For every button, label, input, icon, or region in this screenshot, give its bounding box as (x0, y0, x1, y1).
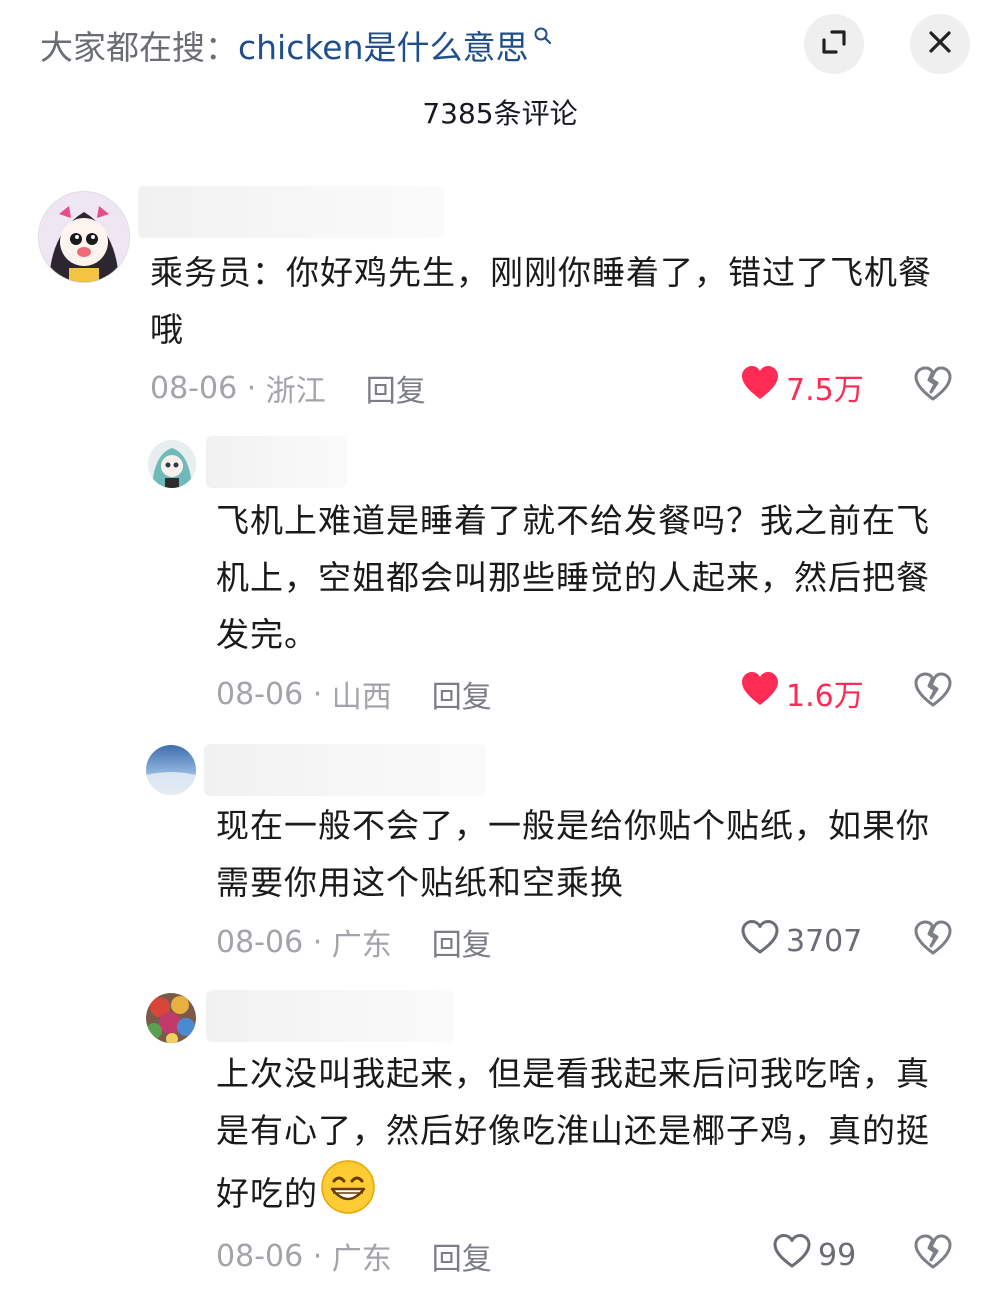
comment-meta: 08-06 · 广东 回复 (216, 920, 492, 964)
meta-separator: · (237, 370, 266, 406)
reply-button[interactable]: 回复 (432, 672, 492, 716)
broken-heart-icon (914, 1234, 952, 1274)
avatar[interactable] (146, 993, 196, 1043)
username-blurred[interactable] (138, 186, 444, 238)
reply-button[interactable]: 回复 (366, 366, 426, 410)
reply-button[interactable]: 回复 (432, 920, 492, 964)
dislike-button[interactable] (914, 1234, 952, 1274)
broken-heart-icon (914, 366, 952, 406)
comment-location: 广东 (331, 1242, 392, 1277)
comment-text: 乘务员：你好鸡先生，刚刚你睡着了，错过了飞机餐哦 (150, 253, 932, 349)
comment-meta: 08-06 · 山西 回复 (216, 672, 492, 716)
comment-date: 08-06 (216, 676, 304, 712)
heart-icon (740, 364, 786, 410)
meta-separator: · (303, 924, 332, 960)
comment-count: 7385条评论 (422, 97, 578, 130)
like-button[interactable]: 7.5万 (740, 364, 864, 410)
dislike-button[interactable] (914, 366, 952, 406)
top-bar: 大家都在搜： chicken是什么意思 7385条评论 (0, 0, 1000, 130)
comment-meta: 08-06 · 广东 回复 (216, 1234, 492, 1278)
like-button[interactable]: 99 (772, 1232, 856, 1278)
username-blurred[interactable] (206, 990, 454, 1042)
avatar[interactable] (38, 191, 130, 283)
meta-separator: · (303, 676, 332, 712)
username-blurred[interactable] (206, 436, 347, 488)
broken-heart-icon (914, 920, 952, 960)
close-icon (926, 28, 954, 60)
like-count: 7.5万 (786, 373, 864, 408)
comment-location: 浙江 (265, 374, 326, 409)
search-suggestion[interactable]: 大家都在搜： chicken是什么意思 (40, 20, 553, 70)
dislike-button[interactable] (914, 920, 952, 960)
avatar[interactable] (146, 745, 196, 795)
comment-text: 上次没叫我起来，但是看我起来后问我吃啥，真是有心了，然后好像吃淮山还是椰子鸡，真… (216, 1045, 946, 1232)
comment-meta: 08-06 · 浙江 回复 (150, 366, 426, 410)
comment-location: 广东 (331, 928, 392, 963)
search-suggestion-prefix: 大家都在搜： (40, 28, 238, 67)
like-count: 3707 (786, 923, 863, 959)
search-suggestion-query[interactable]: chicken是什么意思 (238, 21, 529, 69)
comment-date: 08-06 (216, 1238, 304, 1274)
avatar[interactable] (148, 440, 196, 488)
grin-emoji (320, 1159, 376, 1232)
close-button[interactable] (910, 14, 970, 74)
search-icon (533, 26, 553, 46)
heart-icon (740, 670, 786, 716)
comment-date: 08-06 (150, 370, 238, 406)
comment-text: 现在一般不会了，一般是给你贴个贴纸，如果你需要你用这个贴纸和空乘换 (216, 806, 930, 902)
like-button[interactable]: 1.6万 (740, 670, 864, 716)
expand-icon (819, 27, 849, 61)
heart-icon (740, 918, 786, 964)
dislike-button[interactable] (914, 672, 952, 712)
like-button[interactable]: 3707 (740, 918, 862, 964)
reply-button[interactable]: 回复 (432, 1234, 492, 1278)
username-blurred[interactable] (204, 744, 486, 796)
comment-text: 飞机上难道是睡着了就不给发餐吗？我之前在飞机上，空姐都会叫那些睡觉的人起来，然后… (216, 501, 930, 654)
comment-date: 08-06 (216, 924, 304, 960)
like-count: 99 (818, 1237, 857, 1273)
comment-location: 山西 (331, 680, 392, 715)
broken-heart-icon (914, 672, 952, 712)
like-count: 1.6万 (786, 679, 864, 714)
heart-icon (772, 1232, 818, 1278)
expand-button[interactable] (804, 14, 864, 74)
meta-separator: · (303, 1238, 332, 1274)
